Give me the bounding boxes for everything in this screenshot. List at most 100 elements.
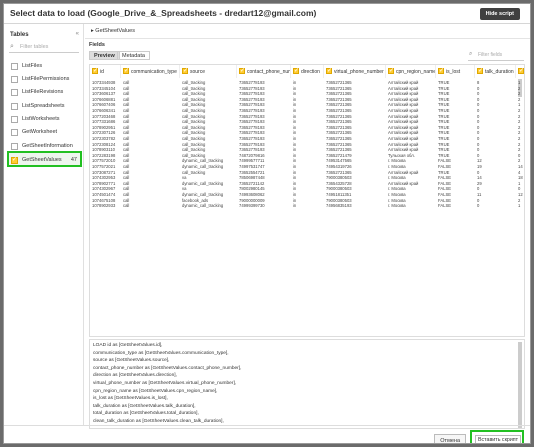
data-preview-grid: id communication_type source contact_phone_… xyxy=(89,64,525,337)
script-line: contact_phone_number as [GetSheetValues.… xyxy=(93,365,242,371)
search-icon: ⌕ xyxy=(469,51,473,57)
script-line: source as [GetSheetValues.source], xyxy=(93,358,170,364)
table-checkbox[interactable] xyxy=(11,103,18,110)
column-header[interactable]: communication_type xyxy=(121,65,180,78)
table-checkbox[interactable] xyxy=(11,129,18,136)
script-line: total_duration as [GetSheetValues.total_… xyxy=(93,411,199,417)
script-line: talk_duration as [GetSheetValues.talk_du… xyxy=(93,403,196,409)
table-item-label: GetWorksheet xyxy=(22,129,58,135)
tab-metadata[interactable]: Metadata xyxy=(117,51,150,60)
table-cell: call xyxy=(123,203,130,209)
table-item[interactable]: ListFilePermissions xyxy=(9,73,82,85)
column-checkbox[interactable] xyxy=(123,67,129,74)
table-item[interactable]: GetSheetValues 47 xyxy=(7,151,82,167)
script-scrollbar[interactable] xyxy=(518,342,522,428)
table-item[interactable]: ListFileRevisions xyxy=(9,86,82,98)
table-cell: FALSE xyxy=(438,203,452,209)
collapse-icon[interactable]: « xyxy=(76,31,79,37)
table-item-label: ListFileRevisions xyxy=(22,89,64,95)
table-cell: 74956835193 xyxy=(326,203,352,209)
column-header[interactable]: is_lost xyxy=(436,65,475,78)
script-line: virtual_phone_number as [GetSheetValues.… xyxy=(93,381,237,386)
table-item-label: ListFiles xyxy=(22,63,43,69)
column-checkbox[interactable] xyxy=(477,67,483,74)
table-item[interactable]: GetWorksheet xyxy=(9,126,82,138)
column-header-label: contact_phone_number xyxy=(247,69,290,75)
table-cell: 1 xyxy=(518,203,521,209)
column-checkbox[interactable] xyxy=(182,67,188,74)
column-header[interactable]: contact_phone_number xyxy=(237,65,291,78)
table-item[interactable]: ListWorksheets xyxy=(9,113,82,125)
table-checkbox[interactable] xyxy=(11,76,18,83)
dialog-title: Select data to load (Google_Drive_&_Spre… xyxy=(10,8,317,18)
column-checkbox[interactable] xyxy=(388,67,394,74)
dialog-title-bar: Select data to load (Google_Drive_&_Spre… xyxy=(4,4,530,24)
filter-fields-input[interactable]: ⌕ Filter fields xyxy=(468,51,524,61)
column-header[interactable]: total_d xyxy=(516,65,524,78)
load-script-editor[interactable]: LOAD id as [GetSheetValues.id], communic… xyxy=(89,339,525,429)
table-item-label: ListSpreadsheets xyxy=(22,103,65,109)
script-line: communication_type as [GetSheetValues.co… xyxy=(93,350,229,356)
hide-script-button[interactable]: Hide script xyxy=(479,8,520,20)
column-checkbox[interactable] xyxy=(293,67,299,74)
tab-preview[interactable]: Preview xyxy=(89,51,120,60)
filter-tables-placeholder: Filter tables xyxy=(20,44,49,50)
sheet-header-label: GetSheetValues xyxy=(95,28,135,34)
column-header-label: talk_duration xyxy=(485,69,514,75)
script-line: cpn_region_name as [GetSheetValues.cpn_r… xyxy=(93,388,218,394)
tables-panel: Tables « ⌕ Filter tables ListFiles ListFi… xyxy=(4,24,84,425)
table-item-label: GetSheetValues xyxy=(22,157,62,163)
script-line: clean_talk_duration as [GetSheetValues.c… xyxy=(93,419,224,424)
table-cell: г. Москва xyxy=(388,203,406,209)
column-header-label: communication_type xyxy=(131,69,177,75)
table-checkbox[interactable] xyxy=(11,143,18,150)
table-cell: in xyxy=(293,203,297,209)
filter-fields-placeholder: Filter fields xyxy=(478,52,503,58)
table-checkbox[interactable] xyxy=(11,156,18,164)
divider xyxy=(85,38,530,39)
table-row-count: 47 xyxy=(70,157,77,163)
script-line: direction as [GetSheetValues.direction], xyxy=(93,373,177,379)
table-checkbox[interactable] xyxy=(11,116,18,123)
table-cell: 1078902933 xyxy=(92,203,116,209)
fields-label: Fields xyxy=(89,42,105,48)
script-line: is_lost as [GetSheetValues.is_lost], xyxy=(93,396,168,402)
insert-script-highlight: Вставить скрипт xyxy=(470,430,524,443)
column-header[interactable]: talk_duration xyxy=(475,65,516,78)
column-header[interactable]: source xyxy=(180,65,237,78)
column-header-label: is_lost xyxy=(446,69,461,75)
column-checkbox[interactable] xyxy=(438,67,444,74)
table-item-label: GetSheetInformation xyxy=(22,143,73,149)
column-header-label: cpn_region_name xyxy=(396,69,436,75)
select-data-dialog: Select data to load (Google_Drive_&_Spre… xyxy=(3,3,531,444)
table-item[interactable]: ListFiles xyxy=(9,60,82,72)
table-cell: 74999399730 xyxy=(239,203,265,209)
column-header-label: source xyxy=(190,69,206,75)
table-item[interactable]: ListSpreadsheets xyxy=(9,100,82,112)
table-item-label: ListWorksheets xyxy=(22,116,60,122)
column-header[interactable]: direction xyxy=(291,65,324,78)
script-line: LOAD id as [GetSheetValues.id], xyxy=(93,343,163,348)
column-header-label: virtual_phone_number xyxy=(334,69,384,75)
column-header-label: id xyxy=(100,69,104,75)
dialog-footer: Отмена Вставить скрипт xyxy=(4,425,530,443)
column-header[interactable]: id xyxy=(90,65,121,78)
column-checkbox[interactable] xyxy=(326,67,332,74)
column-checkbox[interactable] xyxy=(518,67,524,74)
column-header[interactable]: virtual_phone_number xyxy=(324,65,386,78)
tables-label: Tables xyxy=(10,32,29,38)
table-checkbox[interactable] xyxy=(11,63,18,70)
cancel-button[interactable]: Отмена xyxy=(434,434,466,443)
column-header[interactable]: cpn_region_name xyxy=(386,65,436,78)
table-cell: 0 xyxy=(477,203,480,209)
column-header-label: direction xyxy=(301,69,320,75)
column-checkbox[interactable] xyxy=(239,67,245,74)
sheet-header[interactable]: ▸ GetSheetValues xyxy=(91,28,135,34)
table-item-label: ListFilePermissions xyxy=(22,76,70,82)
main-panel: ▸ GetSheetValues Fields Preview Metadata… xyxy=(85,24,530,429)
column-checkbox[interactable] xyxy=(92,67,98,74)
table-checkbox[interactable] xyxy=(11,89,18,96)
search-icon: ⌕ xyxy=(10,43,14,50)
filter-tables-input[interactable]: ⌕ Filter tables xyxy=(9,42,79,53)
insert-script-button[interactable]: Вставить скрипт xyxy=(475,435,522,443)
